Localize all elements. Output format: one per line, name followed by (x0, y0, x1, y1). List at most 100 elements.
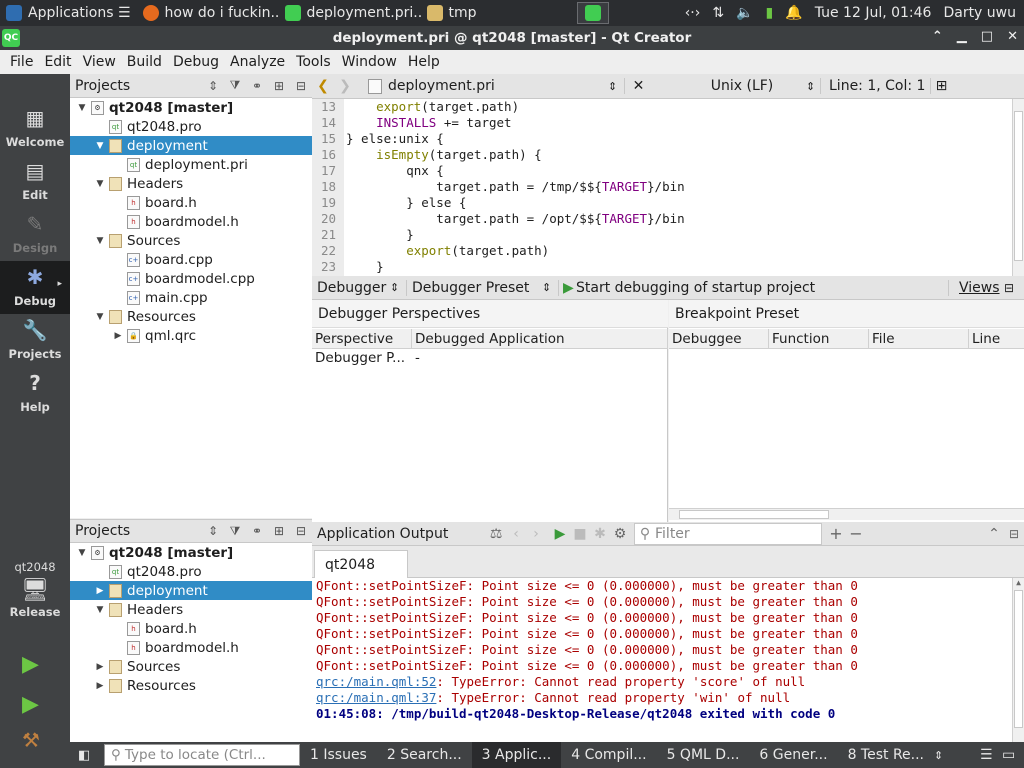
taskbar-applications[interactable]: Applications ☰ (0, 0, 137, 26)
tree-row[interactable]: c+ main.cpp (70, 288, 312, 307)
tree-row[interactable]: h boardmodel.h (70, 638, 312, 657)
filter-icon[interactable]: ⧩ (224, 78, 246, 93)
collapsed-arrow-icon[interactable]: ▶ (94, 662, 106, 672)
tree-row[interactable]: ▼ ⚙ qt2048 [master] (70, 543, 312, 562)
tree-row[interactable]: c+ boardmodel.cpp (70, 269, 312, 288)
expanded-arrow-icon[interactable]: ▼ (94, 605, 106, 615)
close-icon[interactable]: ✕ (1007, 29, 1018, 44)
scrollbar-up-icon[interactable]: ▲ (1013, 578, 1024, 587)
output-tab-qt2048[interactable]: qt2048 (314, 550, 408, 578)
kit-selector[interactable]: qt2048 🖥 Release (0, 556, 70, 628)
table-row[interactable]: Debugger P... - (312, 350, 668, 368)
expanded-arrow-icon[interactable]: ▼ (94, 179, 106, 189)
column-header[interactable]: Debugged Application (412, 329, 668, 348)
expanded-arrow-icon[interactable]: ▼ (94, 312, 106, 322)
output-scrollbar[interactable]: ▲ (1012, 578, 1024, 742)
expanded-arrow-icon[interactable]: ▼ (76, 548, 88, 558)
close-document-icon[interactable]: ✕ (624, 78, 652, 94)
tree-row[interactable]: qt qt2048.pro (70, 562, 312, 581)
menu-view[interactable]: View (78, 54, 121, 70)
transfer-icon[interactable]: ⇅ (712, 5, 724, 21)
mode-edit[interactable]: ▤ Edit (0, 155, 70, 208)
split-editor-icon[interactable]: ⊞ (930, 78, 952, 94)
mode-design[interactable]: ✎ Design (0, 208, 70, 261)
code-editor[interactable]: 13 export(target.path) 14 INSTALLS += tar… (312, 99, 1024, 276)
scrollbar-thumb[interactable] (1014, 590, 1023, 728)
menu-window[interactable]: Window (337, 54, 402, 70)
source-link[interactable]: qrc:/main.qml:52 (316, 674, 436, 689)
debugger-preset-combo[interactable]: Debugger Preset (406, 279, 542, 296)
close-pane-icon[interactable]: ⊟ (1004, 527, 1024, 541)
collapsed-arrow-icon[interactable]: ▶ (94, 681, 106, 691)
code-line[interactable]: 23 } (312, 259, 1012, 275)
column-header[interactable]: Debuggee (669, 329, 769, 348)
link-icon[interactable]: ⚭ (246, 524, 268, 538)
views-button[interactable]: Views (948, 279, 1000, 296)
close-pane-icon[interactable]: ⊟ (290, 524, 312, 538)
column-header[interactable]: File (869, 329, 969, 348)
code-line[interactable]: 14 INSTALLS += target (312, 115, 1012, 131)
previous-icon[interactable]: ‹ (506, 526, 526, 542)
code-line[interactable]: 16 isEmpty(target.path) { (312, 147, 1012, 163)
tree-row[interactable]: ▼ Headers (70, 174, 312, 193)
tree-row[interactable]: c+ board.cpp (70, 250, 312, 269)
close-pane-icon[interactable]: ⊟ (998, 281, 1020, 295)
close-pane-icon[interactable]: ⊟ (290, 79, 312, 93)
tree-row[interactable]: ▼ Resources (70, 307, 312, 326)
code-line[interactable]: 15} else:unix { (312, 131, 1012, 147)
menu-analyze[interactable]: Analyze (225, 54, 290, 70)
horizontal-scrollbar[interactable] (669, 508, 1024, 520)
projects-pane-title[interactable]: Projects (70, 78, 202, 94)
open-document-combo[interactable]: deployment.pri (388, 78, 608, 94)
output-tab-general[interactable]: 6 Gener... (749, 747, 837, 763)
locator-input[interactable]: ⚲ Type to locate (Ctrl... (104, 744, 300, 766)
tree-row[interactable]: ▼ deployment (70, 136, 312, 155)
mode-help[interactable]: ? Help (0, 367, 70, 420)
output-tab-compile[interactable]: 4 Compil... (561, 747, 656, 763)
start-debugging-button[interactable]: Start debugging of startup project (576, 280, 948, 296)
network-icon[interactable]: ‹·› (685, 5, 701, 21)
scrollbar-thumb[interactable] (1014, 111, 1023, 261)
settings-gear-icon[interactable]: ⚙ (610, 526, 630, 542)
code-line[interactable]: 17 qnx { (312, 163, 1012, 179)
code-line[interactable]: 22 export(target.path) (312, 243, 1012, 259)
expanded-arrow-icon[interactable]: ▼ (94, 236, 106, 246)
code-line[interactable]: 18 target.path = /tmp/$${TARGET}/bin (312, 179, 1012, 195)
projects-pane-title[interactable]: Projects (70, 523, 202, 539)
user-name[interactable]: Darty uwu (943, 5, 1016, 21)
toggle-sidebar-icon[interactable]: ◧ (78, 748, 90, 763)
mode-welcome[interactable]: ▦ Welcome (0, 102, 70, 155)
output-pane-title[interactable]: Application Output (312, 526, 486, 542)
build-hammer-icon[interactable]: ⚒ (22, 728, 40, 752)
updown-icon[interactable]: ⇕ (202, 524, 224, 538)
combo-arrows-icon[interactable]: ⇕ (390, 281, 406, 294)
scrollbar-thumb[interactable] (679, 510, 829, 519)
next-icon[interactable]: › (526, 526, 546, 542)
menu-help[interactable]: Help (403, 54, 445, 70)
battery-icon[interactable]: ▮ (766, 5, 774, 21)
progress-details-icon[interactable]: ☰ (980, 747, 1002, 763)
expanded-arrow-icon[interactable]: ▼ (76, 103, 88, 113)
tree-row[interactable]: h board.h (70, 619, 312, 638)
combo-arrows-icon[interactable]: ⇕ (806, 80, 820, 93)
start-debug-icon[interactable]: ▶ (558, 279, 576, 296)
link-icon[interactable]: ⚭ (246, 79, 268, 93)
output-tab-application[interactable]: 3 Applic... (471, 742, 562, 768)
volume-icon[interactable]: 🔈 (736, 5, 753, 21)
taskbar-tmp-folder[interactable]: tmp (421, 0, 561, 26)
code-line[interactable]: 21 } (312, 227, 1012, 243)
taskbar-firefox[interactable]: how do i fuckin... (137, 0, 279, 26)
collapsed-arrow-icon[interactable]: ▶ (112, 331, 124, 341)
tree-row[interactable]: ▼ Sources (70, 231, 312, 250)
output-tab-qml-debugger[interactable]: 5 QML D... (657, 747, 750, 763)
output-tab-search[interactable]: 2 Search... (377, 747, 472, 763)
collapse-icon[interactable]: ⌃ (932, 29, 943, 44)
source-link[interactable]: qrc:/main.qml:37 (316, 690, 436, 705)
menu-edit[interactable]: Edit (39, 54, 76, 70)
combo-arrows-icon[interactable]: ⇕ (934, 749, 943, 762)
split-icon[interactable]: ⊞ (268, 524, 290, 538)
updown-icon[interactable]: ⇕ (202, 79, 224, 93)
debugger-perspective-combo[interactable]: Debugger (312, 280, 390, 296)
menu-tools[interactable]: Tools (291, 54, 336, 70)
filter-icon[interactable]: ⧩ (224, 524, 246, 539)
